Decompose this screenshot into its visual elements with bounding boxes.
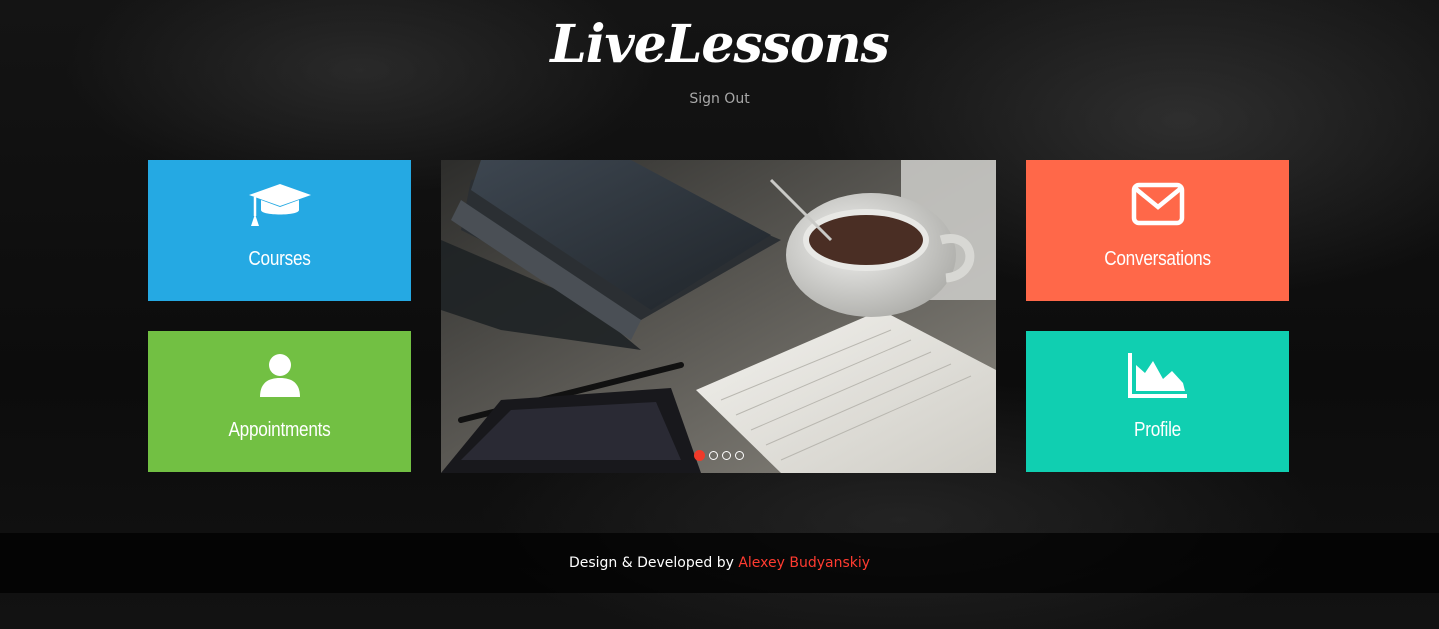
slider-dot-2[interactable]	[708, 451, 718, 460]
area-chart-icon	[1026, 353, 1289, 401]
slider-dot-1[interactable]	[693, 450, 705, 461]
tile-profile-label: Profile	[1134, 419, 1181, 441]
tile-courses-label: Courses	[248, 248, 311, 270]
header: LiveLessons Sign Out	[0, 0, 1439, 130]
slider-dots	[441, 450, 996, 461]
tile-profile[interactable]: Profile	[1026, 331, 1289, 472]
logo[interactable]: LiveLessons	[0, 14, 1439, 75]
author-link[interactable]: Alexey Budyanskiy	[738, 555, 870, 571]
envelope-icon	[1026, 182, 1289, 230]
tile-courses[interactable]: Courses	[148, 160, 411, 301]
image-slider[interactable]	[441, 160, 996, 473]
tile-appointments[interactable]: Appointments	[148, 331, 411, 472]
graduation-cap-icon	[148, 182, 411, 230]
user-icon	[148, 353, 411, 401]
tile-conversations-label: Conversations	[1104, 248, 1211, 270]
sign-out-link[interactable]: Sign Out	[0, 91, 1439, 107]
slider-dot-3[interactable]	[721, 451, 731, 460]
footer-credit: Design & Developed by	[568, 555, 734, 571]
footer: Design & Developed by Alexey Budyanskiy	[0, 533, 1439, 593]
page: LiveLessons Sign Out Courses Appointment…	[0, 0, 1439, 629]
tile-conversations[interactable]: Conversations	[1026, 160, 1289, 301]
desk-photo	[441, 160, 996, 473]
tile-appointments-label: Appointments	[228, 419, 331, 441]
slider-dot-4[interactable]	[734, 451, 744, 460]
